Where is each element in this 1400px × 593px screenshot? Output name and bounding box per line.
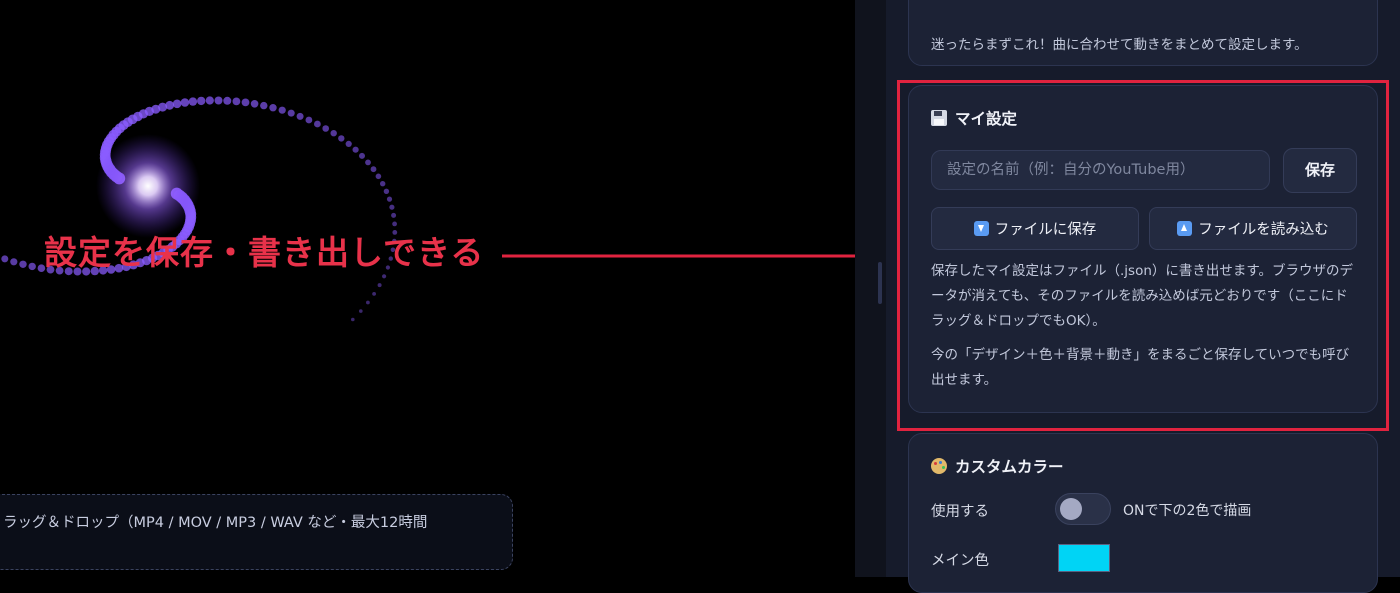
- download-arrow-icon: [973, 221, 989, 236]
- particle-dot: [389, 204, 395, 210]
- galaxy-core: [96, 134, 200, 238]
- particle-dot: [197, 96, 206, 106]
- particle-dot: [188, 97, 198, 106]
- particle-dot: [370, 166, 377, 173]
- save-to-file-label: ファイルに保存: [994, 222, 1097, 238]
- particle-dot: [391, 212, 397, 218]
- scrollbar-thumb[interactable]: [878, 262, 882, 304]
- floppy-disk-icon: [931, 110, 947, 126]
- main-color-swatch[interactable]: [1058, 544, 1110, 572]
- export-description: 保存したマイ設定はファイル（.json）に書き出せます。ブラウザのデータが消えて…: [931, 263, 1354, 329]
- particle-galaxy: [1, 96, 398, 322]
- particle-dot: [10, 258, 18, 266]
- particle-dot: [305, 116, 313, 124]
- annotation-label: 設定を保存・書き出しできる: [44, 233, 485, 272]
- use-custom-color-label: 使用する: [931, 504, 989, 520]
- particle-dot: [377, 283, 382, 288]
- load-file-button[interactable]: ファイルを読み込む: [1149, 207, 1357, 250]
- particle-dot: [205, 96, 214, 105]
- particle-dot: [375, 173, 382, 180]
- particle-dot: [383, 188, 390, 194]
- particle-dot: [165, 100, 175, 110]
- particle-dot: [28, 262, 36, 271]
- my-settings-title-text: マイ設定: [955, 110, 1018, 128]
- custom-color-card: カスタムカラー 使用する ONで下の2色で描画 メイン色: [908, 433, 1378, 593]
- particle-dot: [366, 300, 370, 305]
- particle-dot: [352, 146, 359, 153]
- setting-name-input[interactable]: [931, 150, 1270, 190]
- particle-dot: [241, 98, 250, 107]
- particle-dot: [330, 130, 337, 137]
- visualizer-preview: 設定を保存・書き出しできる ラッグ＆ドロップ（MP4 / MOV / MP3 /…: [0, 0, 855, 577]
- particle-dot: [365, 159, 371, 166]
- load-file-label: ファイルを読み込む: [1198, 222, 1329, 238]
- custom-color-title: カスタムカラー: [931, 455, 1064, 477]
- particle-dot: [351, 317, 355, 322]
- particle-dot: [223, 96, 232, 105]
- particle-dot: [269, 104, 277, 112]
- particle-dot: [250, 100, 259, 108]
- particle-dot: [338, 135, 345, 142]
- custom-color-title-text: カスタムカラー: [955, 458, 1064, 476]
- preset-description: 迷ったらまずこれ！曲に合わせて動きをまとめて設定します。: [931, 37, 1308, 53]
- particle-dot: [345, 140, 352, 147]
- particle-dot: [380, 181, 386, 187]
- particle-dot: [19, 260, 27, 268]
- upload-arrow-icon: [1177, 221, 1193, 236]
- particle-dot: [382, 274, 387, 279]
- particle-dot: [386, 196, 393, 202]
- particle-dot: [214, 96, 223, 105]
- particle-dot: [287, 109, 295, 117]
- particle-dot: [296, 112, 304, 120]
- file-dropzone[interactable]: ラッグ＆ドロップ（MP4 / MOV / MP3 / WAV など・最大12時間: [0, 494, 513, 570]
- particle-dot: [278, 106, 286, 114]
- particle-dot: [1, 255, 9, 263]
- particle-dot: [359, 152, 365, 159]
- particle-dot: [172, 99, 182, 109]
- use-custom-color-toggle[interactable]: [1055, 493, 1111, 525]
- particle-dot: [180, 98, 190, 107]
- save-button[interactable]: 保存: [1283, 148, 1357, 193]
- particle-dot: [314, 120, 321, 128]
- my-settings-card: マイ設定 保存 ファイルに保存 ファイルを読み込む 保存したマイ設定はファイル（…: [908, 85, 1378, 413]
- toggle-knob: [1060, 498, 1082, 520]
- particle-dot: [322, 125, 330, 132]
- particle-dot: [232, 97, 241, 106]
- particle-dot: [372, 292, 376, 296]
- particle-dot: [359, 309, 363, 313]
- auto-preset-card: 迷ったらまずこれ！曲に合わせて動きをまとめて設定します。: [908, 0, 1378, 66]
- toggle-note: ONで下の2色で描画: [1123, 503, 1252, 519]
- main-color-label: メイン色: [931, 553, 989, 569]
- save-description: 今の「デザイン＋色＋背景＋動き」をまるごと保存していつでも呼び出せます。: [931, 347, 1350, 388]
- my-settings-title: マイ設定: [931, 107, 1017, 129]
- particle-dot: [260, 101, 268, 110]
- save-to-file-button[interactable]: ファイルに保存: [931, 207, 1139, 250]
- palette-icon: [931, 458, 947, 474]
- dropzone-text: ラッグ＆ドロップ（MP4 / MOV / MP3 / WAV など・最大12時間: [3, 515, 428, 531]
